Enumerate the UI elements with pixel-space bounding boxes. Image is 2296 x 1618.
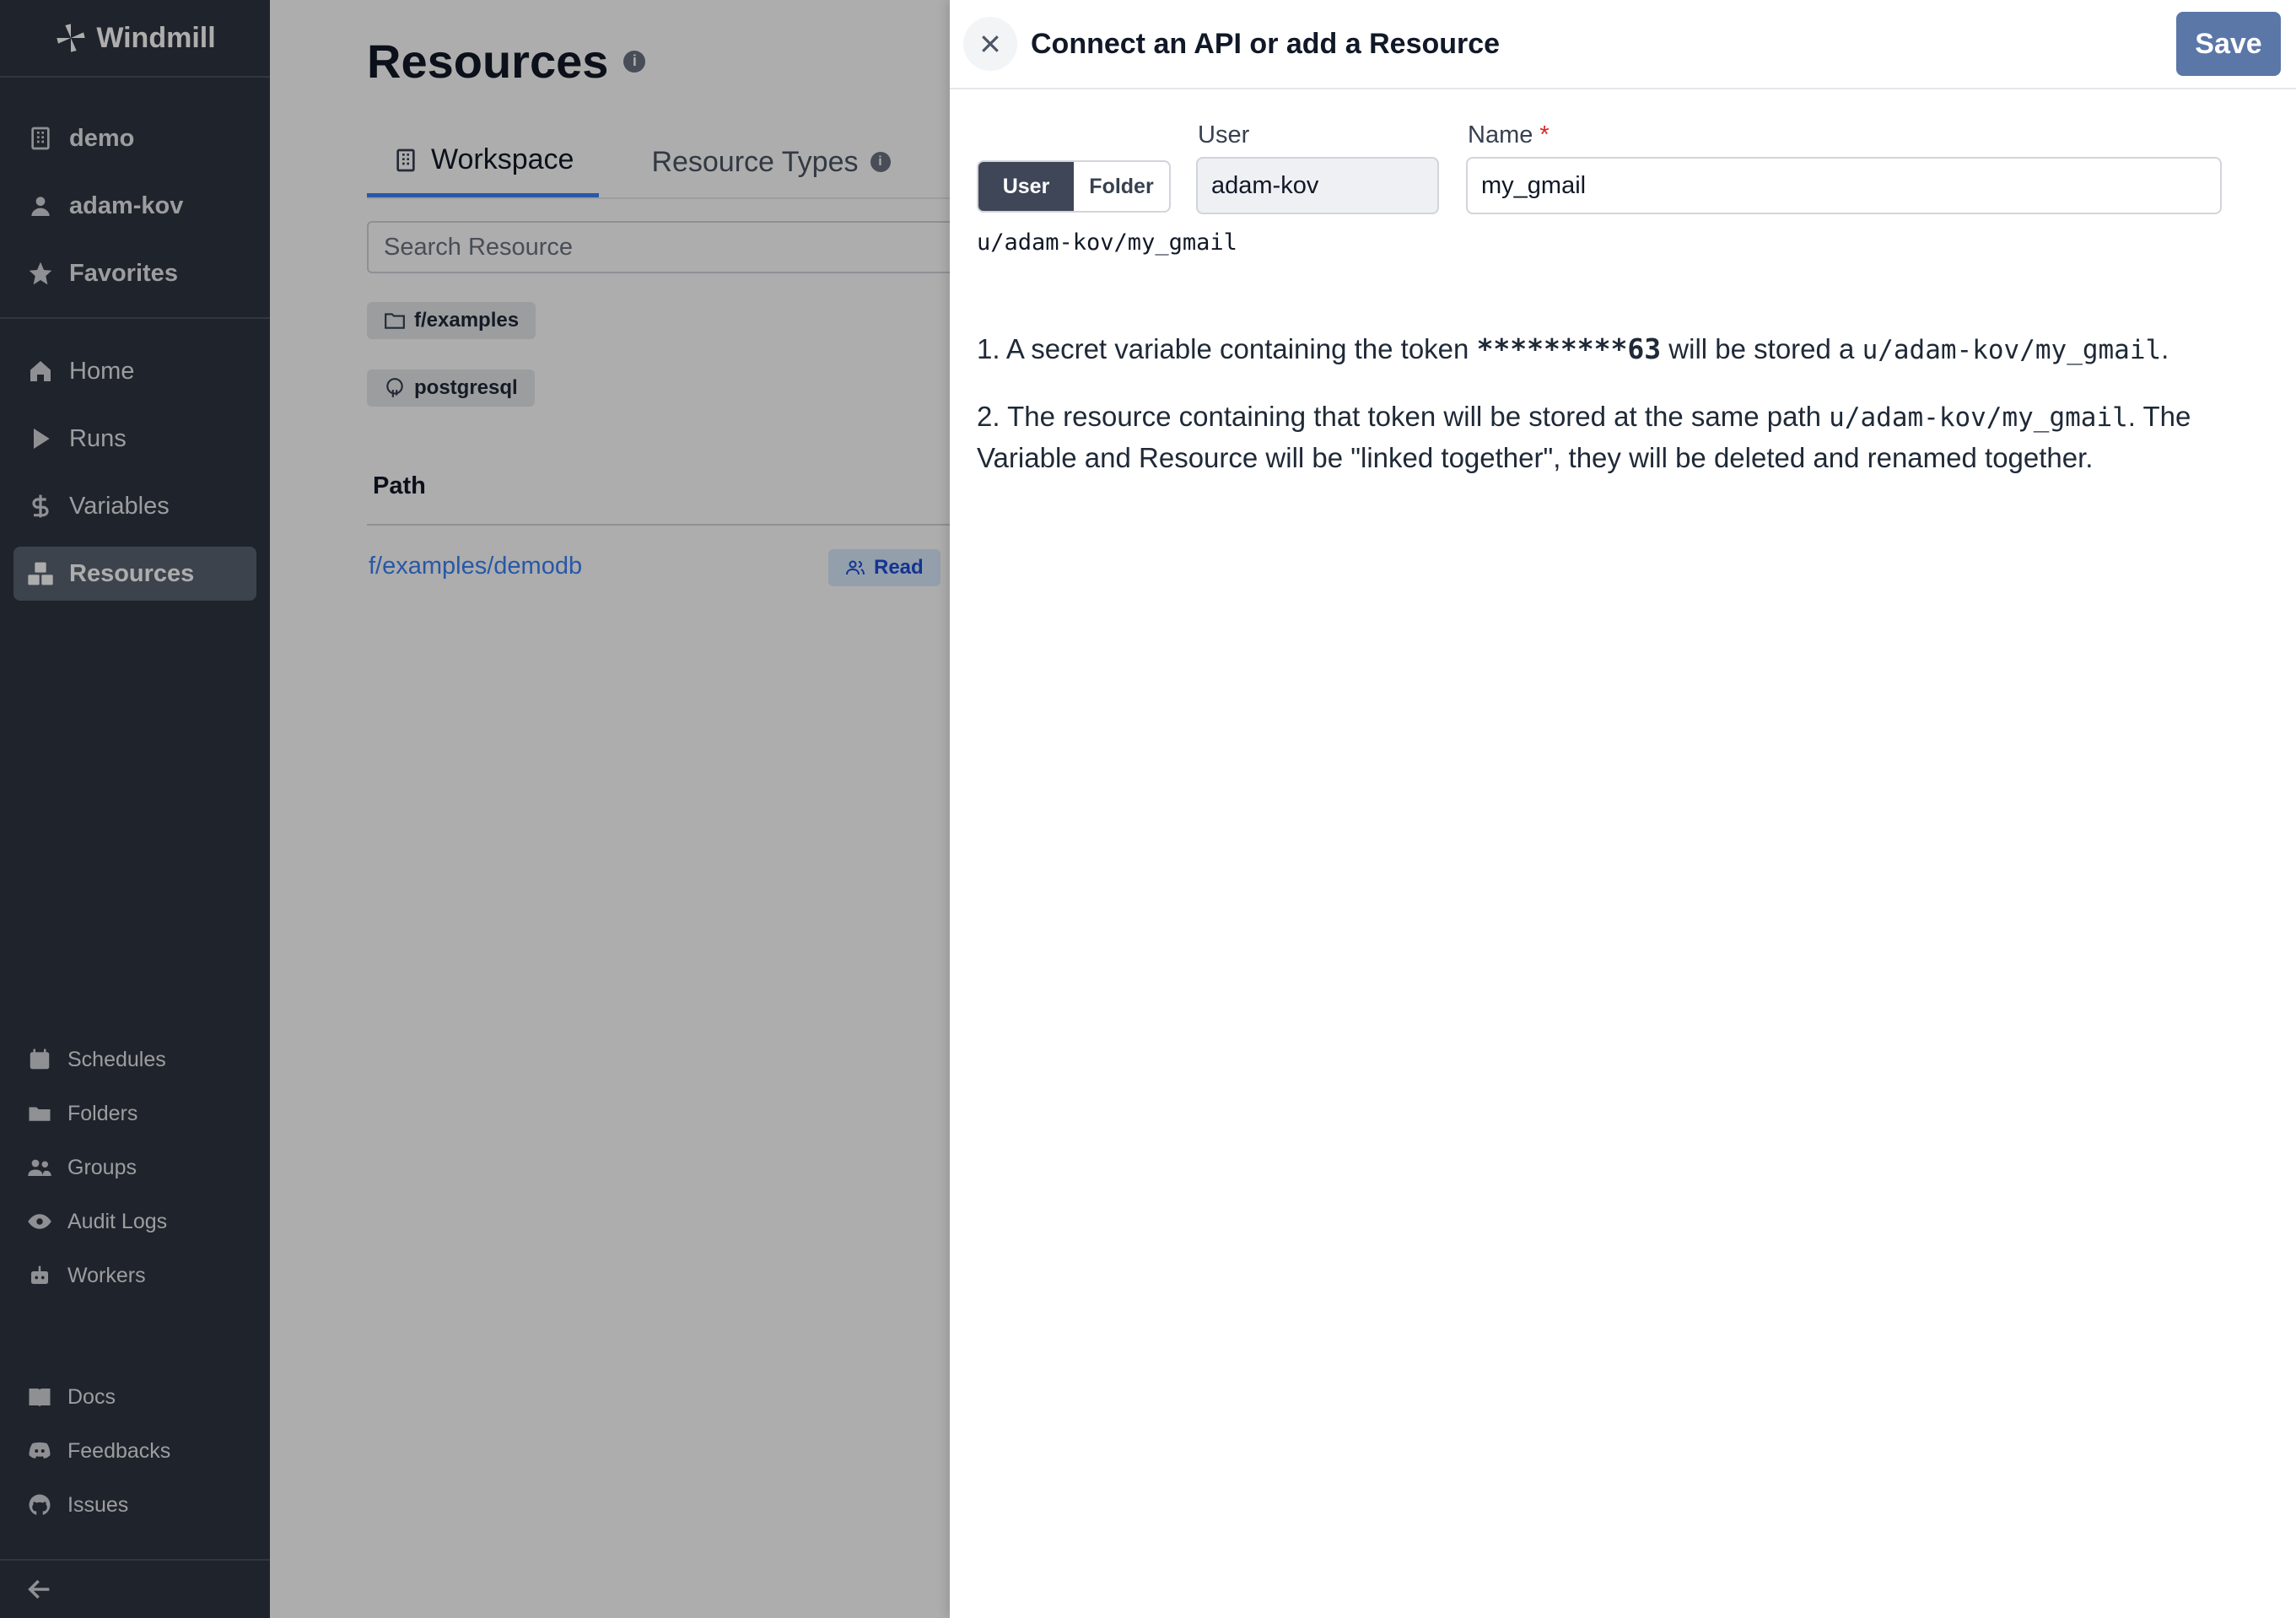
info-text: will be stored a xyxy=(1661,333,1862,364)
owner-type-toggle: User Folder xyxy=(977,160,1171,213)
info-line-1: 1. A secret variable containing the toke… xyxy=(977,329,2259,370)
variable-path: u/adam-kov/my_gmail xyxy=(1862,335,2162,365)
path-preview: u/adam-kov/my_gmail xyxy=(977,229,1237,256)
toggle-folder[interactable]: Folder xyxy=(1074,162,1169,211)
resource-drawer: Connect an API or add a Resource Save Us… xyxy=(950,0,2296,1618)
name-input-value: my_gmail xyxy=(1481,171,1587,199)
required-mark: * xyxy=(1539,121,1550,148)
drawer-title: Connect an API or add a Resource xyxy=(1031,27,1501,60)
resource-path: u/adam-kov/my_gmail xyxy=(1829,402,2128,433)
user-field-label: User xyxy=(1198,121,1250,148)
user-field-value: adam-kov xyxy=(1211,171,1319,199)
info-text: . xyxy=(2161,333,2169,364)
close-icon xyxy=(982,35,999,52)
name-field-label: Name * xyxy=(1468,121,1550,149)
info-text: 1. A secret variable containing the toke… xyxy=(977,333,1477,364)
save-button[interactable]: Save xyxy=(2176,12,2281,76)
modal-backdrop[interactable] xyxy=(0,0,950,1618)
info-line-2: 2. The resource containing that token wi… xyxy=(977,396,2259,478)
toggle-user[interactable]: User xyxy=(978,162,1074,211)
drawer-header: Connect an API or add a Resource Save xyxy=(950,0,2296,89)
name-label-text: Name xyxy=(1468,121,1533,148)
info-text: 2. The resource containing that token wi… xyxy=(977,401,1830,432)
close-button[interactable] xyxy=(963,17,1017,71)
name-input[interactable]: my_gmail xyxy=(1466,157,2222,214)
user-field: adam-kov xyxy=(1196,157,1439,214)
masked-token: *********63 xyxy=(1476,332,1662,365)
